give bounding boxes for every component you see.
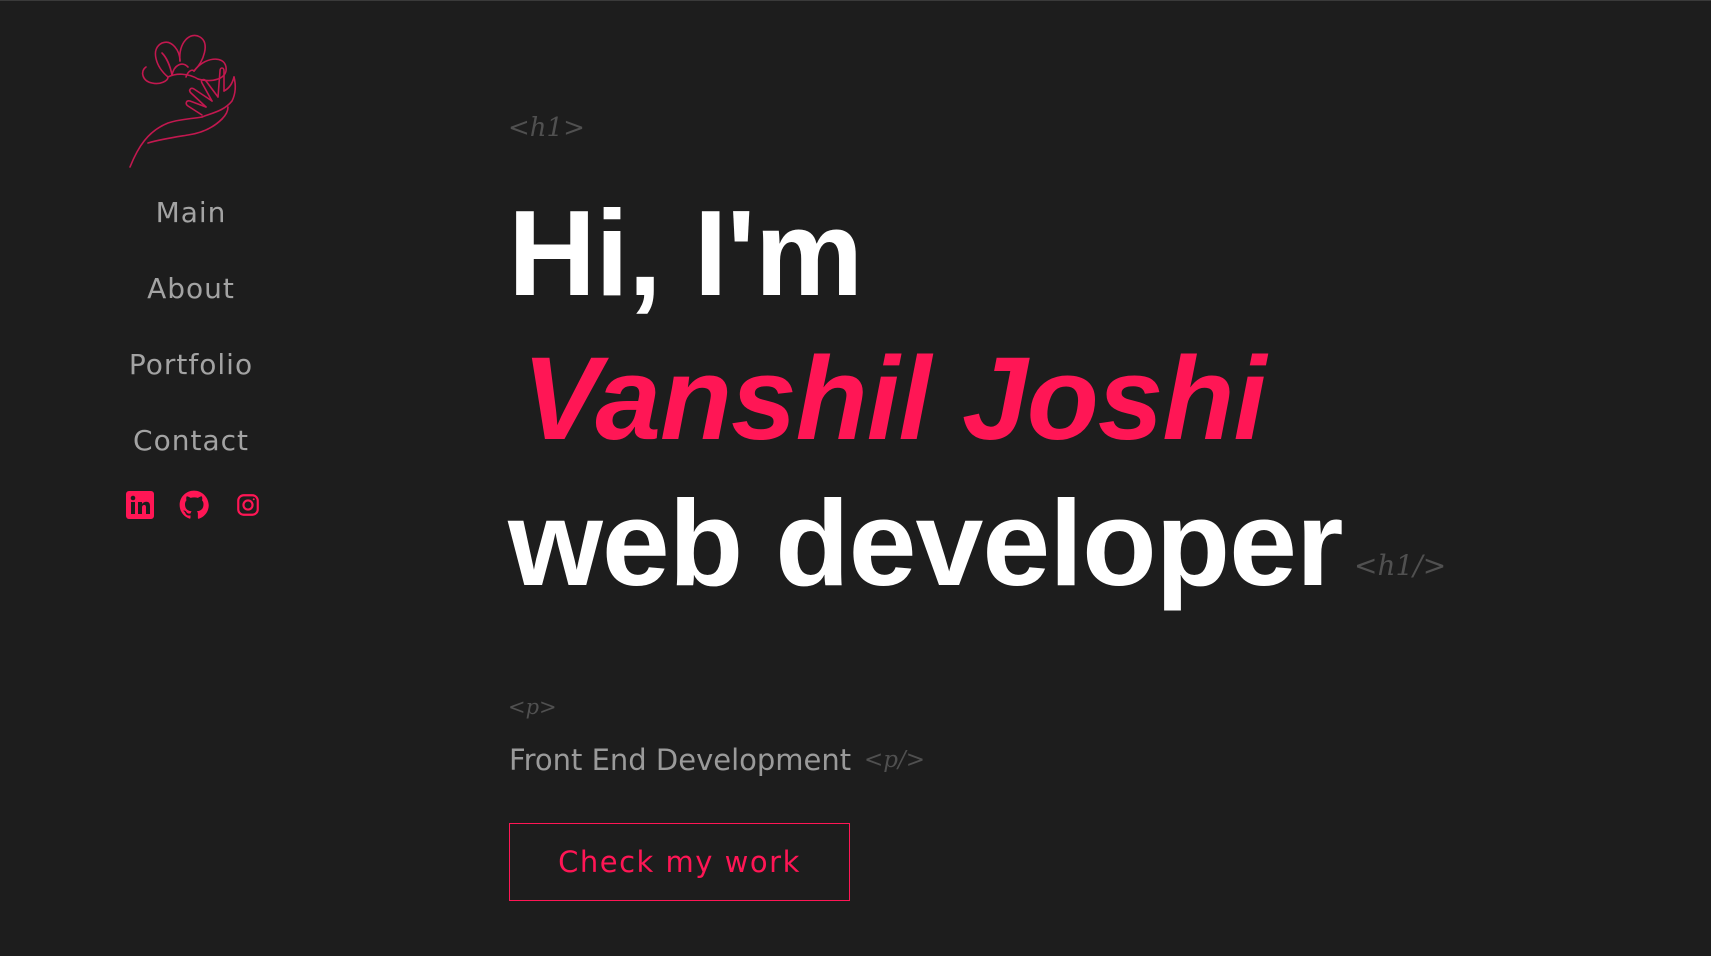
hero-name: Vanshil Joshi: [522, 333, 1266, 465]
nav-item-portfolio[interactable]: Portfolio: [0, 343, 382, 419]
nav-item-main[interactable]: Main: [0, 191, 382, 267]
hero-greeting: Hi, I'm: [508, 185, 863, 321]
hero-subtitle: Front End Development: [509, 743, 852, 777]
linkedin-icon[interactable]: [124, 489, 156, 521]
h1-close-tag: <h1/>: [1354, 549, 1447, 582]
p-close-tag: <p/>: [864, 747, 926, 773]
main-nav: Main About Portfolio Contact: [0, 191, 382, 495]
h1-open-tag: <h1>: [508, 113, 585, 143]
hero-role: web developer: [508, 475, 1344, 611]
nav-item-about[interactable]: About: [0, 267, 382, 343]
p-open-tag: <p>: [508, 695, 557, 719]
sidebar: Main About Portfolio Contact: [0, 1, 382, 956]
nav-item-contact[interactable]: Contact: [0, 419, 382, 495]
check-my-work-button[interactable]: Check my work: [509, 823, 850, 901]
social-links: [124, 487, 264, 523]
github-icon[interactable]: [178, 489, 210, 521]
flower-hand-icon[interactable]: [128, 27, 252, 171]
instagram-icon[interactable]: [232, 489, 264, 521]
page: Main About Portfolio Contact <h1> Hi, I'…: [0, 0, 1711, 956]
